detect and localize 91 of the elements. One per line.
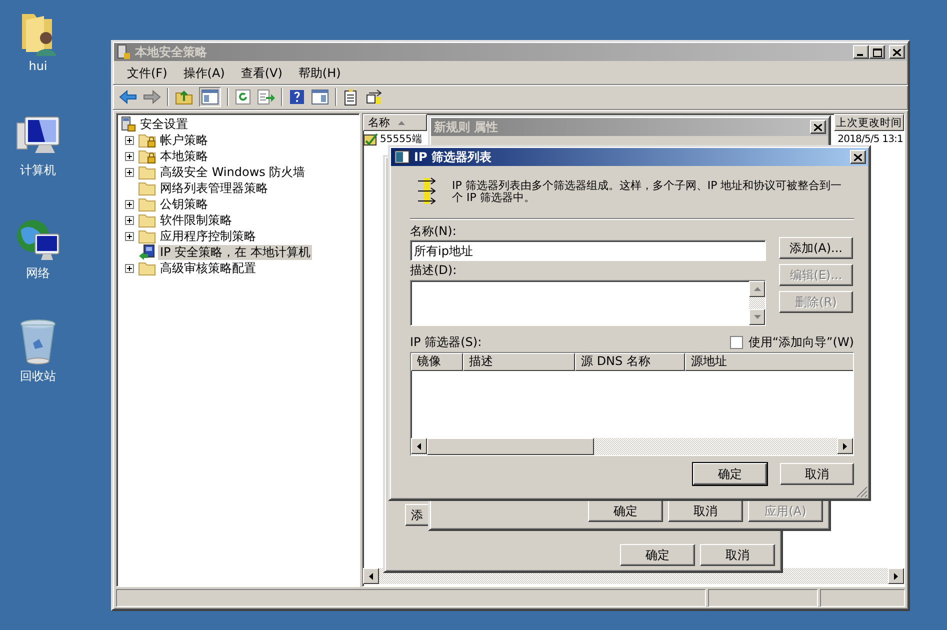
expand-icon[interactable] xyxy=(124,200,134,208)
field-label: 名称(N): xyxy=(410,223,458,240)
dialog-button[interactable]: 确定 xyxy=(588,500,663,522)
tree-item[interactable]: 软件限制策略 xyxy=(158,212,234,228)
ip-policy-icon xyxy=(138,244,156,260)
close-button[interactable] xyxy=(850,150,866,164)
side-button[interactable]: 添加(A)... xyxy=(779,237,853,259)
filter-list-icon xyxy=(416,176,438,206)
tree-item[interactable]: 安全设置 xyxy=(138,116,190,132)
recycle-bin-icon[interactable] xyxy=(19,319,57,365)
panel-icon[interactable] xyxy=(311,89,329,105)
dialog-icon xyxy=(394,150,410,164)
export-icon[interactable] xyxy=(257,89,275,105)
folder-icon xyxy=(138,212,156,228)
column-header[interactable]: 名称 xyxy=(363,114,427,131)
locked-folder-icon xyxy=(138,148,156,164)
tree-item[interactable]: 高级安全 Windows 防火墙 xyxy=(158,164,308,180)
dialog-button[interactable]: 取消 xyxy=(780,463,854,485)
desktop-icon-label[interactable]: 计算机 xyxy=(20,162,56,179)
column-header[interactable]: 镜像 xyxy=(411,353,463,371)
help-icon[interactable] xyxy=(289,89,305,105)
app-icon xyxy=(117,44,131,60)
description-field[interactable] xyxy=(410,280,766,326)
dialog-button[interactable]: 取消 xyxy=(700,544,775,566)
refresh-icon[interactable] xyxy=(235,89,251,105)
scroll-left-icon[interactable] xyxy=(417,442,421,450)
folder-icon xyxy=(138,164,156,180)
scroll-up-icon[interactable] xyxy=(754,287,760,291)
horizontal-scrollbar[interactable] xyxy=(411,438,853,455)
desktop-icon-label[interactable]: 网络 xyxy=(26,265,50,282)
scroll-down-icon[interactable] xyxy=(754,315,760,319)
menu-item[interactable]: 查看(V) xyxy=(232,63,290,84)
folder-icon xyxy=(138,196,156,212)
close-icon xyxy=(814,124,822,130)
expand-icon[interactable] xyxy=(124,168,134,176)
column-header[interactable]: 上次更改时间 xyxy=(834,114,904,131)
expand-icon[interactable] xyxy=(124,216,134,224)
tree-item[interactable]: IP 安全策略，在 本地计算机 xyxy=(158,244,312,260)
close-icon xyxy=(854,154,862,160)
computer-lock-icon xyxy=(120,116,136,132)
dialog-button[interactable]: 确定 xyxy=(693,463,767,485)
tree-item[interactable]: 网络列表管理器策略 xyxy=(158,180,270,196)
forward-arrow-icon[interactable] xyxy=(143,90,161,104)
folder-icon xyxy=(138,260,156,276)
resize-grip-icon[interactable] xyxy=(856,486,868,498)
expand-icon[interactable] xyxy=(124,152,134,160)
field-label: 描述(D): xyxy=(410,262,458,279)
window-title: 本地安全策略 xyxy=(135,44,208,60)
folder-icon xyxy=(138,180,156,196)
expand-icon[interactable] xyxy=(124,232,134,240)
desktop-icon-label[interactable]: 回收站 xyxy=(20,368,56,385)
scroll-right-icon[interactable] xyxy=(894,572,898,580)
tree-item[interactable]: 高级审核策略配置 xyxy=(158,260,258,276)
maximize-icon xyxy=(872,48,882,56)
menu-item[interactable]: 文件(F) xyxy=(119,63,176,84)
arrow-box-icon[interactable] xyxy=(365,89,383,105)
dialog-button[interactable]: 取消 xyxy=(668,500,743,522)
checkbox-label[interactable]: 使用“添加向导”(W) xyxy=(748,334,854,350)
expand-icon[interactable] xyxy=(124,136,134,144)
scroll-left-icon[interactable] xyxy=(369,572,373,580)
checkbox[interactable] xyxy=(730,336,744,348)
network-globe-icon[interactable] xyxy=(15,218,61,262)
tree-item[interactable]: 帐户策略 xyxy=(158,132,210,148)
dialog-title: 新规则 属性 xyxy=(434,118,500,136)
description-text: IP 筛选器列表由多个筛选器组成。这样，多个子网、IP 地址和协议可被整合到一个 IP 筛选器中。 xyxy=(452,180,843,204)
back-arrow-icon[interactable] xyxy=(119,90,137,104)
menu-item[interactable]: 操作(A) xyxy=(175,63,233,84)
folder-icon xyxy=(138,228,156,244)
tree-item[interactable]: 公钥策略 xyxy=(158,196,210,212)
dialog-title: IP 筛选器列表 xyxy=(414,148,492,166)
close-icon xyxy=(893,48,901,56)
folder-up-icon[interactable] xyxy=(175,89,193,105)
policy-icon xyxy=(363,132,379,146)
list-cell[interactable]: 55555端 xyxy=(380,132,422,146)
tree-item[interactable]: 应用程序控制策略 xyxy=(158,228,258,244)
column-header[interactable]: 描述 xyxy=(463,353,575,371)
dialog-button[interactable]: 确定 xyxy=(620,544,695,566)
pane-toggle-icon[interactable] xyxy=(201,89,219,105)
column-header[interactable]: 源 DNS 名称 xyxy=(575,353,685,371)
menu-item[interactable]: 帮助(H) xyxy=(290,63,349,84)
list-cell: 2018/5/5 13:1 xyxy=(838,134,904,144)
vertical-scrollbar[interactable] xyxy=(749,281,765,325)
scroll-right-icon[interactable] xyxy=(843,442,847,450)
name-field[interactable]: 所有ip地址 xyxy=(410,240,766,261)
desktop-icon-label[interactable]: hui xyxy=(28,59,48,73)
locked-folder-icon xyxy=(138,132,156,148)
field-label: IP 筛选器(S): xyxy=(410,334,482,350)
tree-item[interactable]: 本地策略 xyxy=(158,148,210,164)
expand-icon[interactable] xyxy=(124,264,134,272)
column-header[interactable]: 源地址 xyxy=(685,353,853,371)
document-icon[interactable] xyxy=(343,88,359,106)
